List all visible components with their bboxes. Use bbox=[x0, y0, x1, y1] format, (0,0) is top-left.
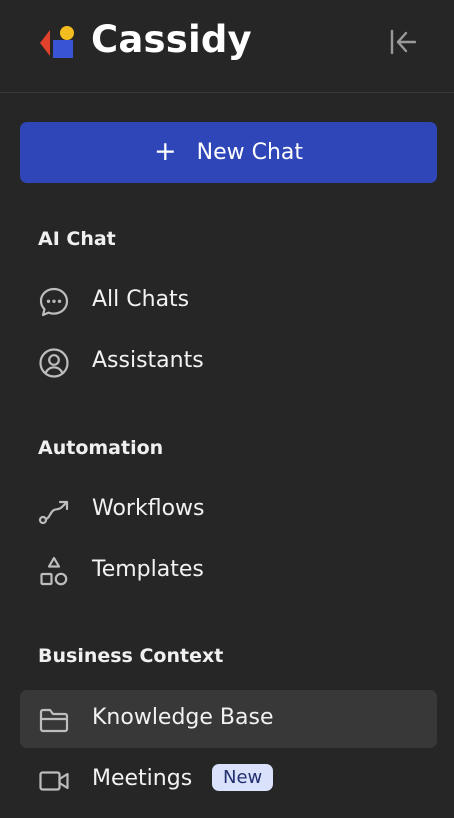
sidebar-item-knowledge-base[interactable]: Knowledge Base bbox=[20, 690, 437, 748]
chat-bubble-icon bbox=[39, 287, 69, 317]
user-circle-icon bbox=[39, 348, 69, 378]
cassidy-logo-icon bbox=[40, 26, 74, 58]
shapes-icon bbox=[40, 556, 68, 586]
section-title-business-context: Business Context bbox=[38, 645, 224, 667]
video-camera-icon bbox=[39, 771, 69, 791]
collapse-sidebar-button[interactable] bbox=[386, 26, 420, 58]
sidebar-header: Cassidy bbox=[0, 0, 454, 93]
section-title-automation: Automation bbox=[38, 437, 164, 459]
sidebar-item-meetings[interactable]: Meetings New bbox=[20, 751, 437, 809]
sidebar-item-assistants[interactable]: Assistants bbox=[20, 333, 437, 391]
new-chat-label: New Chat bbox=[196, 140, 303, 165]
sidebar-item-label: Knowledge Base bbox=[92, 705, 274, 730]
sidebar-item-templates[interactable]: Templates bbox=[20, 542, 437, 600]
new-chat-button[interactable]: + New Chat bbox=[20, 122, 437, 183]
sidebar-item-label: Workflows bbox=[92, 496, 205, 521]
sidebar-item-all-chats[interactable]: All Chats bbox=[20, 272, 437, 330]
sidebar-item-label: Templates bbox=[92, 557, 204, 582]
sidebar-item-label: All Chats bbox=[92, 287, 190, 312]
new-badge: New bbox=[212, 764, 274, 791]
sidebar-item-label: Meetings bbox=[92, 766, 193, 791]
sidebar-item-label: Assistants bbox=[92, 348, 204, 373]
sidebar: Cassidy + New Chat AI Chat All Chats Ass… bbox=[0, 0, 454, 818]
section-title-ai-chat: AI Chat bbox=[38, 228, 116, 250]
sidebar-item-workflows[interactable]: Workflows bbox=[20, 481, 437, 539]
workflow-icon bbox=[38, 500, 69, 525]
folder-icon bbox=[39, 708, 69, 733]
collapse-left-icon bbox=[390, 29, 417, 55]
brand-name: Cassidy bbox=[91, 18, 252, 61]
plus-icon: + bbox=[153, 135, 177, 167]
